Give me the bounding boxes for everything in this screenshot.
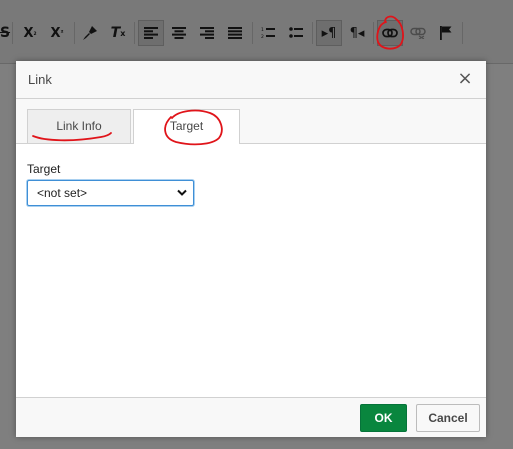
dialog-body: Target <not set> [16,144,486,397]
dialog-header: Link × [16,61,486,99]
chevron-down-icon [177,189,187,196]
tab-target[interactable]: Target [133,109,240,145]
tab-link-info[interactable]: Link Info [27,109,131,143]
dialog-footer: OK Cancel [16,397,486,437]
close-icon[interactable]: × [456,69,474,89]
dialog-tabs: Link Info Target [16,99,486,145]
target-select[interactable]: <not set> [27,180,194,206]
target-select-value: <not set> [37,186,88,200]
dialog-title: Link [28,72,52,87]
cancel-button[interactable]: Cancel [416,404,480,432]
link-dialog: Link × Link Info Target Target <not set>… [16,61,486,437]
ok-button[interactable]: OK [360,404,407,432]
target-label: Target [27,162,61,176]
